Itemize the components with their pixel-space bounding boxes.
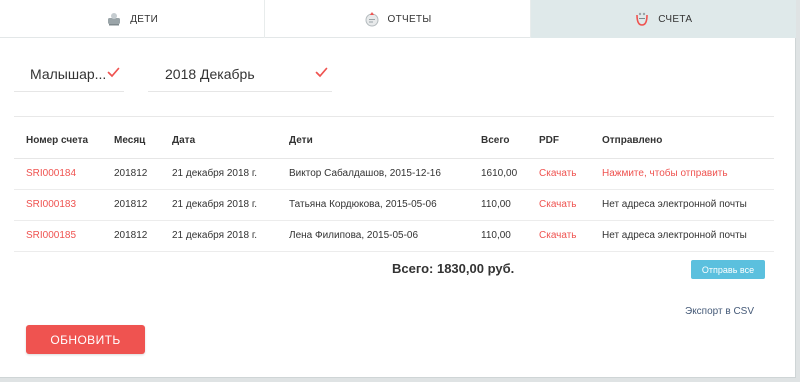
export-csv-link[interactable]: Экспорт в CSV: [685, 306, 754, 317]
tab-children-label: ДЕТИ: [130, 13, 159, 25]
grand-total: Всего: 1830,00 руб.: [392, 261, 515, 276]
download-pdf-link[interactable]: Скачать: [539, 199, 577, 210]
section-divider: [14, 116, 774, 117]
send-all-button[interactable]: Отправь все: [691, 260, 765, 279]
send-invoice-link[interactable]: Нажмите, чтобы отправить: [602, 168, 728, 179]
column-header-month: Месяц: [114, 124, 172, 159]
invoices-table: Номер счета Месяц Дата Дети Всего PDF От…: [14, 124, 774, 252]
table-header-row: Номер счета Месяц Дата Дети Всего PDF От…: [14, 124, 774, 159]
download-pdf-link[interactable]: Скачать: [539, 168, 577, 179]
refresh-button[interactable]: ОБНОВИТЬ: [26, 325, 145, 354]
invoice-total: 1610,00: [481, 158, 539, 190]
invoice-date: 21 декабря 2018 г.: [172, 189, 289, 221]
column-header-total: Всего: [481, 124, 539, 159]
invoice-number-link[interactable]: SRI000183: [26, 199, 76, 210]
invoice-child: Виктор Сабалдашов, 2015-12-16: [289, 158, 481, 190]
download-pdf-link[interactable]: Скачать: [539, 230, 577, 241]
reports-icon: [365, 12, 378, 27]
invoice-month: 201812: [114, 158, 172, 190]
check-icon: [107, 67, 120, 78]
invoice-number-link[interactable]: SRI000184: [26, 168, 76, 179]
tab-reports-label: ОТЧЕТЫ: [387, 13, 432, 25]
tab-invoices-label: СЧЕТА: [658, 13, 693, 25]
invoice-date: 21 декабря 2018 г.: [172, 158, 289, 190]
column-header-pdf: PDF: [539, 124, 602, 159]
table-row: SRI000184 201812 21 декабря 2018 г. Викт…: [14, 158, 774, 190]
sent-status: Нет адреса электронной почты: [602, 220, 774, 252]
column-header-sent: Отправлено: [602, 124, 774, 159]
invoice-date: 21 декабря 2018 г.: [172, 220, 289, 252]
check-icon: [315, 67, 328, 78]
group-select[interactable]: Малышар...: [14, 56, 124, 92]
sent-status: Нет адреса электронной почты: [602, 189, 774, 221]
tab-invoices[interactable]: СЧЕТА: [530, 0, 796, 38]
tab-children[interactable]: ДЕТИ: [0, 0, 266, 38]
table-row: SRI000183 201812 21 декабря 2018 г. Тать…: [14, 189, 774, 221]
invoices-icon: [636, 12, 649, 26]
period-select-value: 2018 Декабрь: [165, 65, 255, 82]
invoice-child: Лена Филипова, 2015-05-06: [289, 220, 481, 252]
invoice-total: 110,00: [481, 220, 539, 252]
table-row: SRI000185 201812 21 декабря 2018 г. Лена…: [14, 220, 774, 252]
tab-reports[interactable]: ОТЧЕТЫ: [265, 0, 531, 38]
column-header-number: Номер счета: [14, 124, 114, 159]
invoice-total: 110,00: [481, 189, 539, 221]
invoice-month: 201812: [114, 220, 172, 252]
invoice-number-link[interactable]: SRI000185: [26, 230, 76, 241]
period-select[interactable]: 2018 Декабрь: [148, 56, 332, 92]
invoices-panel: ДЕТИ ОТЧЕТЫ СЧЕТА Малышар... 2018 Декабр…: [0, 0, 796, 378]
column-header-date: Дата: [172, 124, 289, 159]
column-header-children: Дети: [289, 124, 481, 159]
group-select-value: Малышар...: [30, 65, 107, 82]
tab-bar: ДЕТИ ОТЧЕТЫ СЧЕТА: [0, 0, 796, 38]
invoice-child: Татьяна Кордюкова, 2015-05-06: [289, 189, 481, 221]
children-icon: [108, 13, 121, 26]
invoice-month: 201812: [114, 189, 172, 221]
